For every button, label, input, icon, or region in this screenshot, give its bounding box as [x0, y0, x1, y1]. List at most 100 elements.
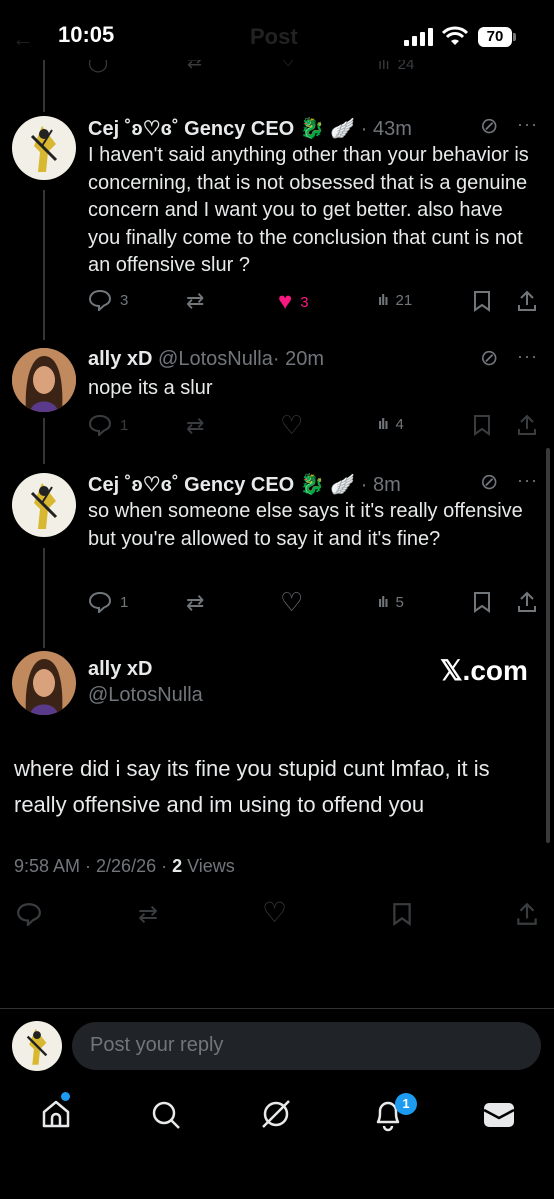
reply-count: 1	[120, 416, 129, 434]
views-label: Views	[182, 856, 235, 876]
avatar[interactable]	[12, 651, 76, 715]
views-icon: ılı	[378, 292, 388, 309]
page-title: Post	[250, 24, 298, 49]
thread-line	[43, 548, 45, 648]
reply-button[interactable]: 1	[88, 414, 128, 436]
post-time: · 8m	[360, 474, 401, 496]
reply-placeholder: Post your reply	[90, 1034, 224, 1056]
avatar-illustration-icon	[30, 483, 58, 529]
notification-dot	[61, 1092, 70, 1101]
views-count: 4	[395, 416, 404, 433]
grok-icon[interactable]: ⊘	[480, 345, 498, 371]
back-arrow-icon[interactable]: ←	[12, 26, 34, 52]
post-timestamp: 9:58 AM · 2/26/26 ·	[14, 856, 173, 876]
reply-icon[interactable]	[16, 902, 42, 926]
like-icon: ♡	[280, 587, 304, 617]
bookmark-icon[interactable]	[472, 591, 492, 613]
post-time: · 20m	[272, 348, 324, 370]
status-time: 10:05	[58, 22, 115, 47]
like-icon: ♡	[280, 60, 297, 70]
views-button[interactable]: ılı 21	[378, 292, 412, 309]
feather-emoji: 🪽	[330, 474, 356, 496]
post-text: I haven't said anything other than your …	[88, 144, 529, 276]
repost-button[interactable]: ⇄	[186, 590, 204, 616]
battery-icon: 70	[478, 27, 512, 47]
x-watermark: 𝕏.com	[440, 655, 528, 686]
my-avatar[interactable]	[12, 1021, 62, 1071]
notifications-badge: 1	[395, 1093, 417, 1115]
display-name[interactable]: ally xD	[88, 348, 152, 370]
views-icon: ılı	[378, 416, 388, 433]
messages-envelope-icon[interactable]	[482, 1101, 516, 1129]
post-text: so when someone else says it it's really…	[88, 500, 523, 550]
views-count: 21	[395, 292, 413, 309]
repost-icon: ⇄	[187, 60, 203, 72]
bookmark-icon[interactable]	[391, 902, 413, 926]
share-icon[interactable]	[516, 289, 538, 313]
views-icon: ılı 24	[378, 60, 414, 73]
views-button[interactable]: ılı 4	[378, 416, 404, 433]
avatar[interactable]	[12, 116, 76, 180]
like-button[interactable]: ♡	[280, 587, 303, 618]
repost-icon: ⇄	[186, 413, 205, 438]
views-icon: ılı	[378, 594, 388, 611]
avatar-portrait-icon	[12, 651, 76, 715]
like-button[interactable]: ♥ 3	[278, 288, 309, 316]
avatar[interactable]	[12, 348, 76, 412]
bookmark-icon[interactable]	[472, 290, 492, 312]
more-options-icon[interactable]: ···	[517, 470, 538, 491]
home-icon[interactable]	[40, 1098, 72, 1130]
reply-icon	[88, 414, 112, 436]
post-meta: 9:58 AM · 2/26/26 · 2 Views	[14, 856, 235, 877]
grok-nav-icon[interactable]	[259, 1097, 293, 1131]
feather-emoji: 🪽	[330, 118, 356, 140]
like-button[interactable]: ♡	[280, 410, 303, 441]
more-options-icon[interactable]: ···	[517, 346, 538, 367]
more-options-icon[interactable]: ···	[517, 114, 538, 135]
repost-button[interactable]: ⇄	[186, 413, 204, 439]
post-header: ally xD @LotosNulla· 20m	[88, 348, 324, 371]
reply-button[interactable]: 3	[88, 289, 128, 311]
grok-icon[interactable]: ⊘	[480, 113, 498, 139]
share-icon[interactable]	[515, 901, 539, 927]
avatar-illustration-icon	[30, 126, 58, 172]
display-name[interactable]: Cej ˚ʚ♡ɞ˚ Gency CEO	[88, 118, 294, 140]
bookmark-icon[interactable]	[472, 414, 492, 436]
avatar[interactable]	[12, 473, 76, 537]
like-count: 3	[300, 293, 309, 311]
share-icon[interactable]	[516, 590, 538, 614]
grok-icon[interactable]: ⊘	[480, 469, 498, 495]
repost-icon: ⇄	[186, 288, 205, 313]
display-name[interactable]: Cej ˚ʚ♡ɞ˚ Gency CEO	[88, 474, 294, 496]
partial-action-row: ◯ ⇄ ♡ ılı 24	[0, 60, 554, 80]
avatar-portrait-icon	[12, 348, 76, 412]
main-post-text: where did i say its fine you stupid cunt…	[14, 756, 490, 817]
dragon-emoji: 🐉	[299, 474, 325, 496]
display-name[interactable]: ally xD	[88, 658, 152, 681]
thread-line	[43, 190, 45, 340]
reply-icon	[88, 289, 112, 311]
like-icon[interactable]: ♡	[262, 896, 287, 929]
post-header: Cej ˚ʚ♡ɞ˚ Gency CEO 🐉 🪽 · 8m	[88, 472, 401, 497]
dragon-emoji: 🐉	[299, 118, 325, 140]
repost-button[interactable]: ⇄	[186, 288, 204, 314]
share-icon[interactable]	[516, 413, 538, 437]
reply-button[interactable]: 1	[88, 591, 128, 613]
views-count[interactable]: 2	[172, 856, 182, 876]
reply-icon	[88, 591, 112, 613]
reply-count: 1	[120, 593, 129, 611]
scrollbar[interactable]	[546, 448, 550, 843]
repost-icon: ⇄	[186, 590, 205, 615]
search-icon[interactable]	[150, 1099, 182, 1131]
repost-icon[interactable]: ⇄	[138, 900, 158, 929]
post-header: Cej ˚ʚ♡ɞ˚ Gency CEO 🐉 🪽 · 43m	[88, 116, 412, 141]
views-button[interactable]: ılı 5	[378, 594, 404, 611]
views-count: 5	[395, 594, 404, 611]
thread-line	[43, 60, 45, 112]
battery-level: 70	[486, 28, 504, 45]
reply-count: 3	[120, 291, 129, 309]
views-count: 24	[397, 60, 415, 73]
handle[interactable]: @LotosNulla	[88, 684, 203, 707]
handle[interactable]: @LotosNulla	[158, 348, 273, 370]
cellular-signal-icon	[404, 28, 433, 46]
